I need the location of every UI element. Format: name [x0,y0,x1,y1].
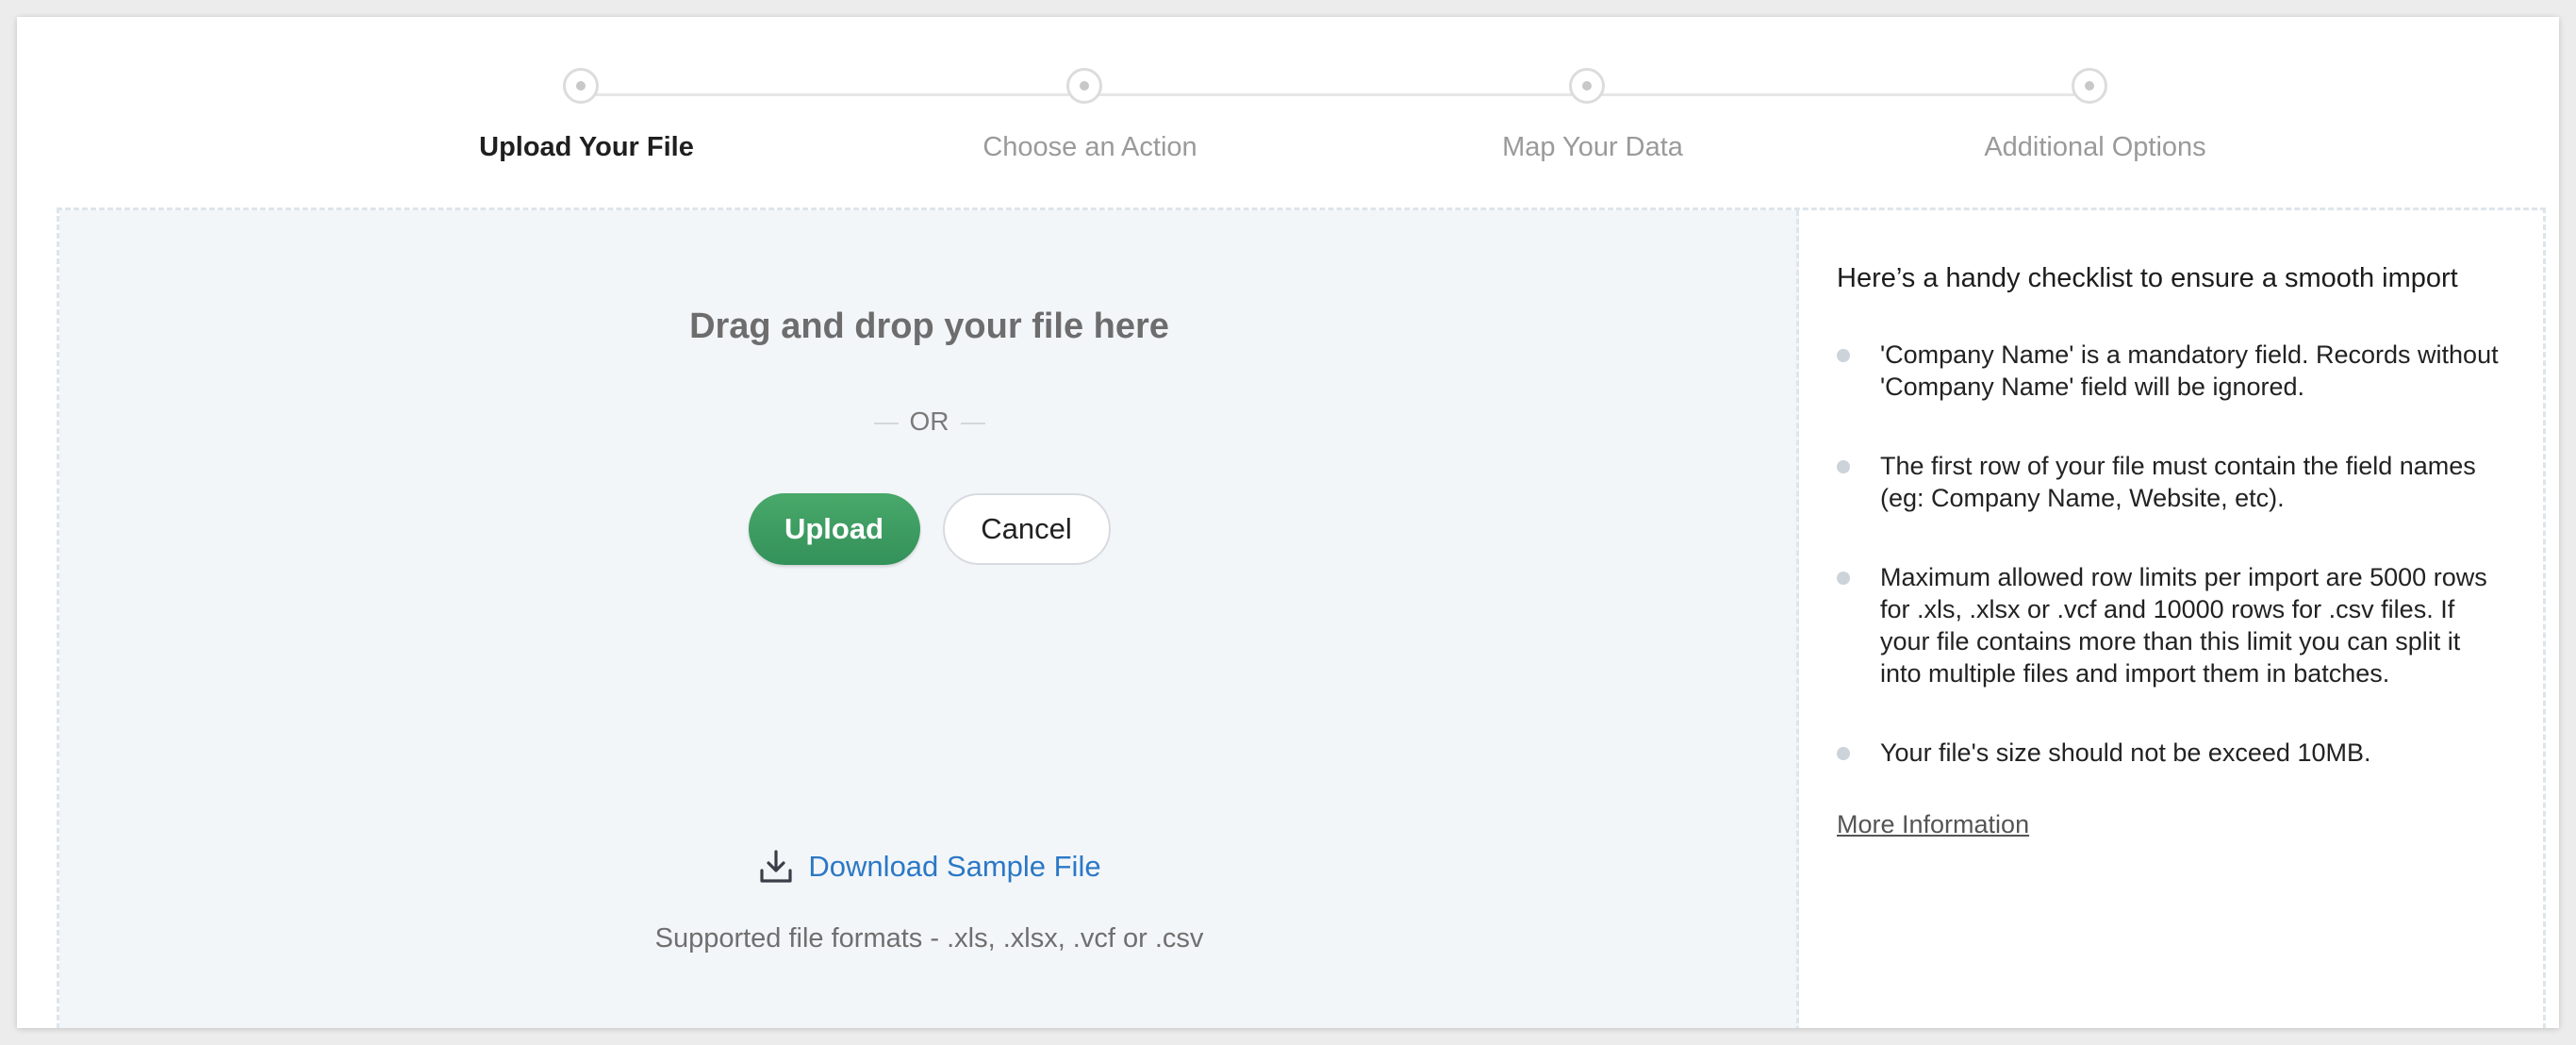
step-indicator-icon [1066,68,1102,104]
supported-formats-text: Supported file formats - .xls, .xlsx, .v… [654,923,1204,954]
checklist-item-text: 'Company Name' is a mandatory field. Rec… [1880,340,2499,401]
bullet-icon [1837,349,1850,362]
divider-line [873,422,899,424]
list-item: Maximum allowed row limits per import ar… [1837,561,2505,689]
download-sample-link[interactable]: Download Sample File [808,850,1100,883]
step-label: Map Your Data [1502,132,1683,162]
step-label: Additional Options [1984,132,2206,162]
or-label: OR [909,406,949,436]
dropzone-actions: Upload Cancel [59,493,1799,565]
stepper-line [586,93,2095,96]
step-indicator-icon [2072,68,2107,104]
bullet-icon [1837,572,1850,585]
import-wizard: Upload Your File Choose an Action Map Yo… [17,17,2559,1028]
more-information-link[interactable]: More Information [1837,810,2029,839]
download-icon[interactable] [757,848,795,886]
import-content: Drag and drop your file here OR Upload Ca… [57,207,2546,1028]
step-upload-your-file: Upload Your File [398,68,775,163]
step-additional-options: Additional Options [1907,68,2284,163]
or-divider: OR [59,406,1799,437]
list-item: 'Company Name' is a mandatory field. Rec… [1837,339,2505,403]
bullet-icon [1837,460,1850,473]
cancel-button[interactable]: Cancel [942,493,1111,565]
bullet-icon [1837,747,1850,760]
list-item: The first row of your file must contain … [1837,450,2505,514]
import-checklist: Here’s a handy checklist to ensure a smo… [1799,210,2543,1028]
step-choose-an-action: Choose an Action [901,68,1279,163]
checklist-item-text: Your file's size should not be exceed 10… [1880,738,2371,767]
import-stepper: Upload Your File Choose an Action Map Yo… [17,17,2559,196]
checklist-item-text: The first row of your file must contain … [1880,452,2476,512]
step-map-your-data: Map Your Data [1404,68,1781,163]
checklist-items: 'Company Name' is a mandatory field. Rec… [1837,339,2505,769]
checklist-item-text: Maximum allowed row limits per import ar… [1880,563,2487,688]
file-dropzone[interactable]: Drag and drop your file here OR Upload Ca… [59,210,1799,1028]
step-label: Choose an Action [983,132,1197,162]
download-sample-row: Download Sample File [59,848,1799,886]
dropzone-title: Drag and drop your file here [689,307,1169,346]
step-indicator-icon [1569,68,1605,104]
divider-line [960,422,985,424]
checklist-title: Here’s a handy checklist to ensure a smo… [1837,263,2458,293]
step-indicator-icon [563,68,599,104]
upload-button[interactable]: Upload [748,493,920,565]
step-label: Upload Your File [479,132,694,162]
list-item: Your file's size should not be exceed 10… [1837,737,2505,769]
